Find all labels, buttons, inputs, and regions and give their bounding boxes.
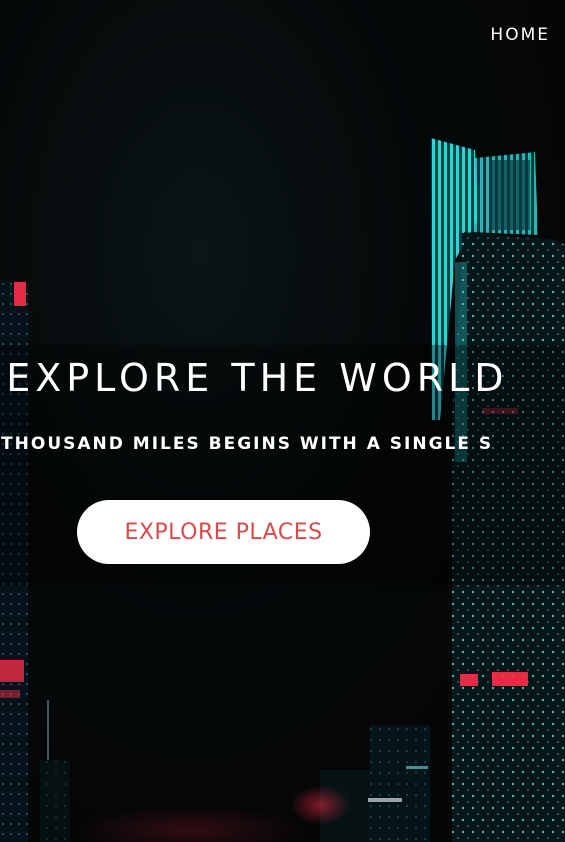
nav-home-link[interactable]: HOME	[490, 25, 550, 45]
hero-section: HOME S EXPLORE THE WORLD OF A THOUSAND M…	[0, 0, 565, 842]
hero-subtitle: OF A THOUSAND MILES BEGINS WITH A SINGLE…	[0, 434, 494, 454]
hero-title: S EXPLORE THE WORLD	[0, 356, 509, 400]
explore-places-button[interactable]: EXPLORE PLACES	[77, 500, 370, 564]
